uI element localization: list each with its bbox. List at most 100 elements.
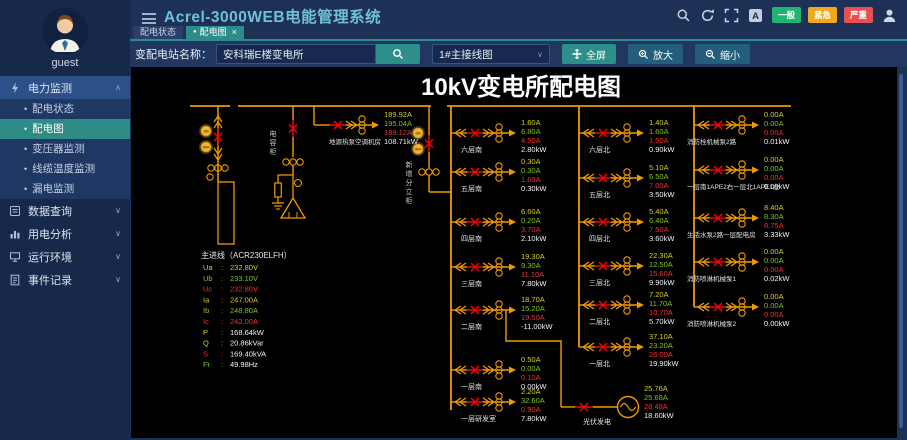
sidebar-group-power-monitoring[interactable]: 电力监测∧ (0, 76, 130, 99)
feeder-south-0: 六层南1.60A6.80A4.50A2.80kW (451, 118, 547, 154)
feeder-north-0: 六层北1.40A1.60A1.50A0.90kW (579, 118, 675, 154)
station-search-button[interactable] (376, 44, 420, 64)
svg-text:OFF: OFF (203, 145, 210, 149)
sidebar-group-operating-environment[interactable]: 运行环境∨ (0, 245, 130, 268)
svg-text:10.70A: 10.70A (649, 308, 673, 317)
svg-text:6.60A: 6.60A (521, 207, 541, 216)
svg-text:189.92A: 189.92A (384, 110, 412, 119)
svg-text:11.10A: 11.10A (521, 270, 544, 279)
svg-text:0.90kW: 0.90kW (649, 145, 675, 154)
svg-text:地源热泵空调机房: 地源热泵空调机房 (329, 137, 381, 146)
new-cabinet-drop: ONOFF新增分立柜 (406, 106, 452, 205)
svg-text:242.00A: 242.00A (230, 317, 258, 326)
sidebar-item-label: 变压器监测 (32, 143, 85, 155)
svg-text:0.10A: 0.10A (521, 373, 541, 382)
svg-text:5.70kW: 5.70kW (649, 317, 675, 326)
zoom-out-label: 缩小 (720, 47, 740, 62)
svg-text:A: A (752, 11, 759, 22)
scrollbar[interactable] (899, 74, 903, 428)
alarm-badge-severe[interactable]: 严重 (844, 7, 873, 23)
fullscreen-button[interactable]: 全屏 (562, 44, 616, 64)
diagram-select-value: 1#主接线图 (439, 47, 537, 62)
menu-toggle-icon[interactable] (142, 13, 156, 24)
svg-text:0.02kW: 0.02kW (764, 274, 790, 283)
svg-text:四层北: 四层北 (589, 235, 610, 243)
search-icon[interactable] (676, 8, 691, 23)
svg-text:容: 容 (270, 138, 277, 147)
header: Acrel-3000WEB电能管理系统 A 一般紧急严重 配电状态●配电图× (130, 0, 907, 41)
tab-distribution-status[interactable]: 配电状态 (133, 26, 183, 39)
svg-text:22.30A: 22.30A (649, 251, 673, 260)
svg-text:S: S (203, 349, 208, 358)
sidebar-item-distribution-diagram[interactable]: •配电图 (0, 119, 130, 139)
alarm-badge-urgent[interactable]: 紧急 (808, 7, 837, 23)
svg-text:0.30kW: 0.30kW (521, 184, 547, 193)
svg-text:20.86kVar: 20.86kVar (230, 339, 264, 348)
zoom-in-button[interactable]: 放大 (628, 44, 683, 64)
svg-text:9.90kW: 9.90kW (649, 278, 675, 287)
search-icon (392, 48, 404, 60)
svg-text:11.70A: 11.70A (649, 299, 672, 308)
svg-text:8.30A: 8.30A (764, 212, 784, 221)
svg-text:25.76A: 25.76A (644, 384, 668, 393)
power-monitor-icon (9, 82, 21, 94)
svg-text:247.00A: 247.00A (230, 295, 258, 304)
chevron-down-icon: ∨ (537, 50, 543, 59)
svg-text::: : (221, 274, 223, 283)
svg-text:-11.00kW: -11.00kW (521, 322, 553, 331)
svg-text:19.30A: 19.30A (521, 252, 545, 261)
single-line-diagram[interactable]: 10kV变电所配电图ONOFF主进线（ACR230ELFH）Ua:232.80V… (131, 67, 897, 438)
svg-text:Ic: Ic (203, 317, 209, 326)
svg-text:增: 增 (406, 169, 413, 178)
diagram-canvas[interactable]: 10kV变电所配电图ONOFF主进线（ACR230ELFH）Ua:232.80V… (131, 67, 897, 438)
svg-text:1.50A: 1.50A (649, 136, 669, 145)
station-name-label: 变配电站名称： (135, 46, 212, 62)
refresh-icon[interactable] (700, 8, 715, 23)
sidebar-item-distribution-status[interactable]: •配电状态 (0, 99, 130, 119)
feeder-right-1: 一层南1APE2右一层北1APE1左0.00A0.00A0.00A0.00kW (687, 155, 790, 191)
svg-text:0.00A: 0.00A (521, 364, 541, 373)
data-query-icon (9, 205, 21, 217)
svg-text:柜: 柜 (406, 196, 413, 205)
svg-text:一层北: 一层北 (589, 360, 610, 368)
svg-text:Ub: Ub (203, 274, 213, 283)
font-size-icon[interactable]: A (748, 8, 763, 23)
tab-distribution-diagram[interactable]: ●配电图× (186, 26, 244, 39)
svg-text:49.98Hz: 49.98Hz (230, 360, 258, 369)
main-meter-panel: 主进线（ACR230ELFH）Ua:232.80VUb:233.10VUc:23… (201, 250, 292, 369)
svg-text:19.90kW: 19.90kW (649, 359, 680, 368)
svg-text:0.00A: 0.00A (764, 173, 784, 182)
sidebar-item-cable-temperature-monitoring[interactable]: •线缆温度监测 (0, 159, 130, 179)
chevron-down-icon: ∨ (115, 252, 121, 261)
svg-text:柜: 柜 (270, 147, 277, 156)
svg-text::: : (221, 295, 223, 304)
svg-text:一层研发室: 一层研发室 (461, 414, 496, 423)
fullscreen-icon[interactable] (724, 8, 739, 23)
feeder-north-4: 二层北7.20A11.70A10.70A5.70kW (579, 290, 675, 326)
sidebar-group-label: 数据查询 (28, 203, 115, 219)
station-name-input[interactable] (216, 44, 376, 64)
sidebar-item-leakage-monitoring[interactable]: •漏电监测 (0, 179, 130, 199)
sidebar-group-label: 电力监测 (28, 80, 115, 96)
sidebar-group-electricity-analysis[interactable]: 用电分析∨ (0, 222, 130, 245)
sidebar-group-label: 事件记录 (28, 272, 115, 288)
feeder-north-1: 五层北5.10A6.50A7.00A3.50kW (579, 163, 675, 199)
tab-close-icon[interactable]: × (232, 26, 237, 39)
user-icon[interactable] (882, 8, 897, 23)
analysis-icon (9, 228, 21, 240)
alarm-badge-general[interactable]: 一般 (772, 7, 801, 23)
svg-text:6.40A: 6.40A (649, 216, 669, 225)
svg-text:0.00A: 0.00A (764, 128, 784, 137)
svg-text::: : (221, 328, 223, 337)
svg-text:P: P (203, 328, 208, 337)
svg-text:四层南: 四层南 (461, 234, 482, 243)
svg-text:0.00A: 0.00A (764, 155, 784, 164)
svg-text:3.60kW: 3.60kW (649, 234, 675, 243)
zoom-out-button[interactable]: 缩小 (695, 44, 750, 64)
svg-text:23.20A: 23.20A (649, 341, 673, 350)
diagram-select[interactable]: 1#主接线图 ∨ (432, 44, 550, 64)
sidebar-item-transformer-monitoring[interactable]: •变压器监测 (0, 139, 130, 159)
sidebar-group-event-record[interactable]: 事件记录∨ (0, 268, 130, 291)
capacitor-cabinet-branch: 电容柜 (270, 106, 306, 218)
sidebar-group-data-query[interactable]: 数据查询∨ (0, 199, 130, 222)
